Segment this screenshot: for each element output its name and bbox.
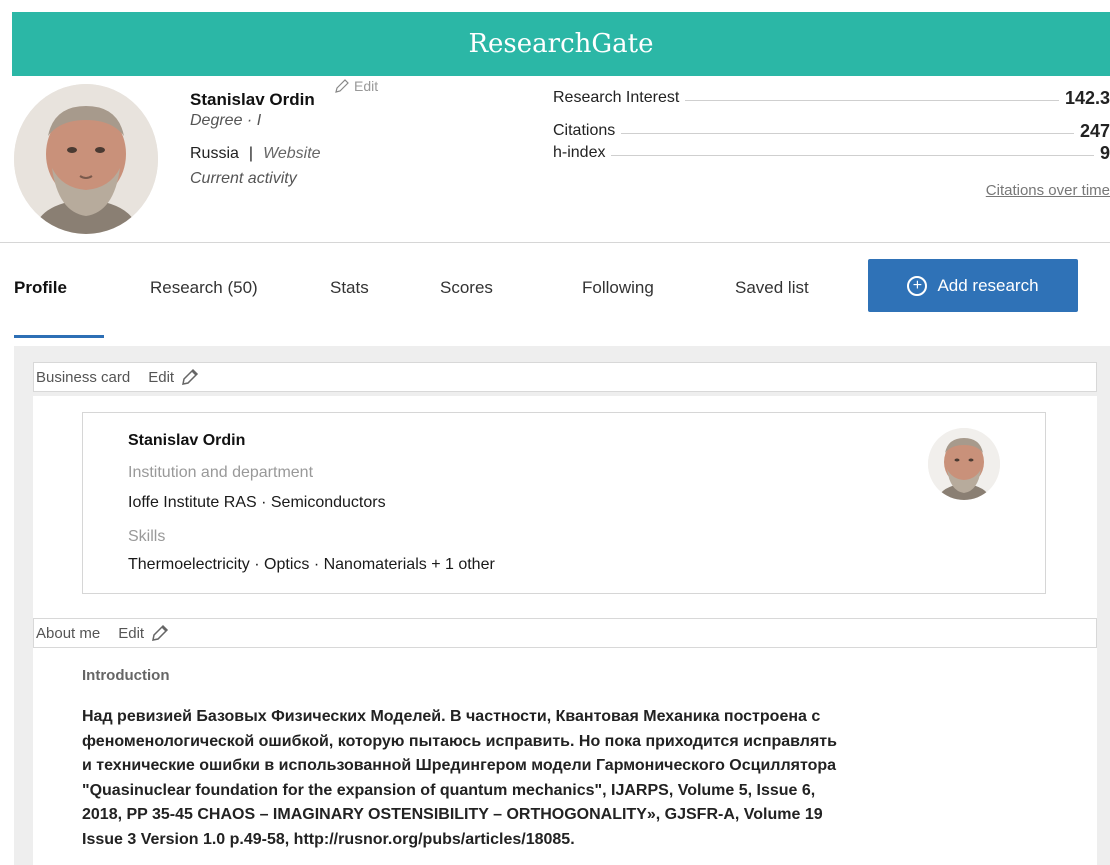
metric-research-interest: Research Interest 142.3	[553, 87, 1110, 109]
profile-avatar[interactable]	[14, 84, 158, 234]
business-card-title: Business card	[36, 368, 131, 386]
header-divider	[0, 242, 1110, 243]
intro-line: феноменологической ошибкой, которую пыта…	[82, 732, 837, 750]
intro-line: 2018, PP 35-45 CHAOS – IMAGINARY OSTENSI…	[82, 806, 823, 823]
intro-line: "Quasinuclear foundation for the expansi…	[82, 781, 816, 799]
skills-value[interactable]: Thermoelectricity · Optics · Nanomateria…	[128, 556, 495, 574]
plus-circle-icon: +	[907, 275, 928, 296]
avatar-photo	[14, 84, 158, 234]
intro-line: Issue 3 Version 1.0 p.49-58, http://rusn…	[82, 830, 575, 848]
active-tab-indicator	[14, 335, 104, 338]
profile-country: Russia	[190, 145, 239, 162]
tab-profile[interactable]: Profile	[14, 278, 67, 298]
about-me-header: About me Edit	[33, 618, 1097, 648]
profile-activity[interactable]: Current activity	[190, 170, 297, 188]
business-card-edit-button[interactable]: Edit	[148, 367, 200, 387]
profile-edit-label: Edit	[354, 78, 379, 94]
skills-label: Skills	[128, 528, 166, 545]
tab-scores[interactable]: Scores	[440, 278, 493, 298]
metric-label: Research Interest	[553, 89, 680, 106]
tab-stats[interactable]: Stats	[330, 278, 369, 298]
tab-saved-list[interactable]: Saved list	[735, 278, 809, 298]
profile-website-link[interactable]: Website	[263, 145, 321, 162]
tab-research[interactable]: Research (50)	[150, 278, 258, 298]
pencil-icon	[182, 368, 199, 385]
metric-label: Citations	[553, 122, 616, 139]
about-me-edit-button[interactable]: Edit	[118, 623, 170, 643]
location-separator: |	[248, 145, 254, 162]
business-card-header: Business card Edit	[33, 362, 1097, 392]
metric-leader-line	[621, 132, 1074, 134]
metric-h-index: h-index 9	[553, 142, 1110, 164]
profile-name: Stanislav Ordin	[190, 90, 315, 109]
introduction-heading: Introduction	[82, 667, 170, 684]
institution-value[interactable]: Ioffe Institute RAS · Semiconductors	[128, 494, 386, 512]
top-bar: ResearchGate	[12, 12, 1110, 76]
edit-label: Edit	[148, 368, 175, 386]
brand-logo[interactable]: ResearchGate	[468, 29, 653, 59]
intro-line: и технические ошибки в использованной Шр…	[82, 757, 837, 774]
pencil-icon	[335, 79, 349, 93]
card-name[interactable]: Stanislav Ordin	[128, 432, 245, 450]
metric-value: 247	[1079, 120, 1110, 141]
about-me-title: About me	[36, 624, 101, 642]
metric-label: h-index	[553, 144, 606, 161]
citations-over-time-link[interactable]: Citations over time	[986, 182, 1110, 199]
metric-leader-line	[611, 154, 1094, 156]
edit-label: Edit	[118, 624, 145, 642]
card-avatar	[928, 428, 1000, 500]
profile-edit-link[interactable]: Edit	[334, 78, 378, 94]
avatar-photo	[928, 428, 1000, 500]
profile-degree[interactable]: Degree · I	[190, 112, 261, 130]
profile-location: Russia | Website	[190, 145, 321, 163]
metric-value: 9	[1099, 142, 1110, 163]
metric-leader-line	[685, 99, 1059, 101]
metric-citations: Citations 247	[553, 120, 1110, 142]
add-research-button[interactable]: + Add research	[868, 259, 1078, 312]
metric-value: 142.3	[1064, 87, 1110, 108]
add-research-label: Add research	[937, 275, 1039, 295]
tab-following[interactable]: Following	[582, 278, 654, 298]
introduction-text: Над ревизией Базовых Физических Моделей.…	[82, 705, 1042, 852]
institution-label: Institution and department	[128, 464, 314, 481]
pencil-icon	[152, 624, 169, 641]
intro-line: Над ревизией Базовых Физических Моделей.…	[82, 708, 821, 725]
